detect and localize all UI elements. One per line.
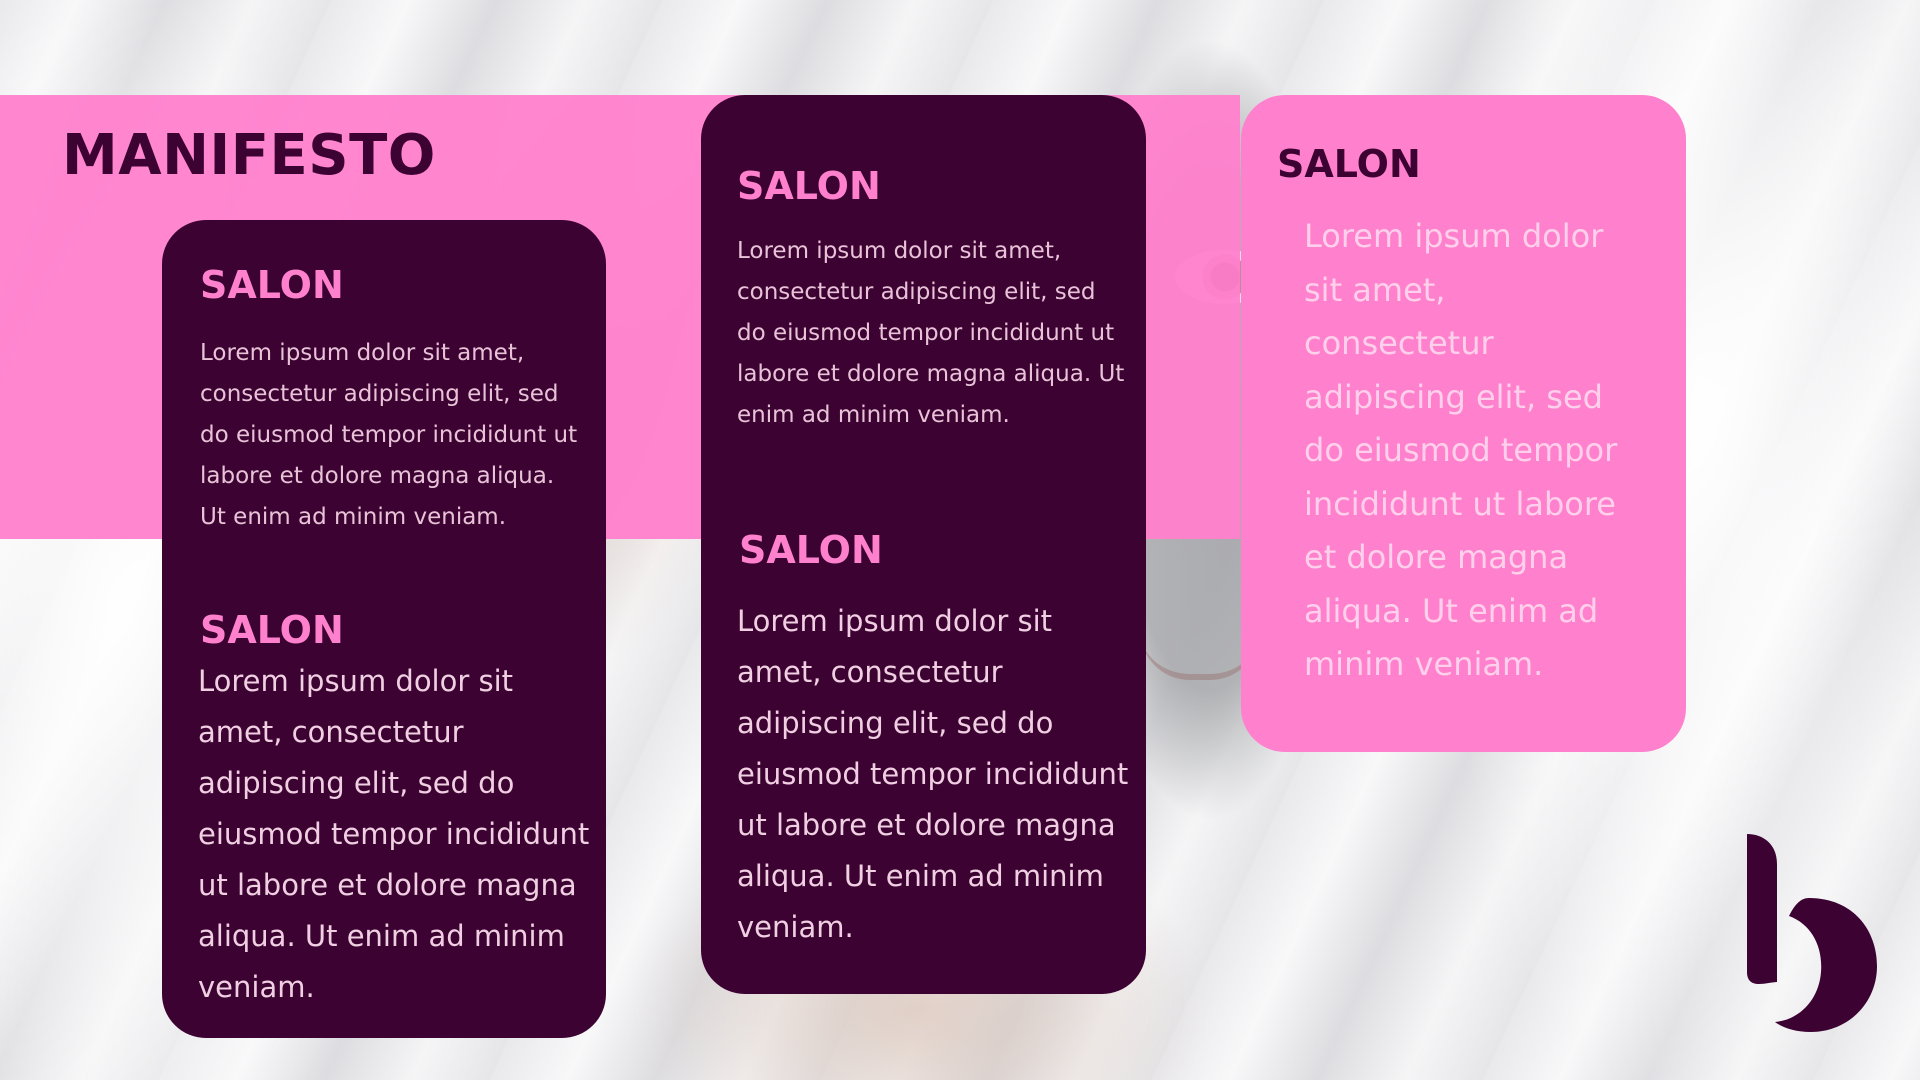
salon-card-right: SALON Lorem ipsum dolor sit amet, consec… [1241, 95, 1686, 752]
card-text: Lorem ipsum dolor sit amet, consectetur … [1304, 217, 1618, 683]
salon-card-middle: SALON Lorem ipsum dolor sit amet, consec… [701, 95, 1146, 994]
b-letter-logo-icon [1745, 834, 1880, 1032]
card-heading: SALON [739, 528, 883, 572]
card-heading: SALON [1277, 142, 1421, 186]
card-text: Lorem ipsum dolor sit amet, consectetur … [200, 340, 578, 530]
card-text: Lorem ipsum dolor sit amet, consectetur … [737, 604, 1129, 944]
slide: MANIFESTO SALON Lorem ipsum dolor sit am… [0, 0, 1920, 1080]
card-text: Lorem ipsum dolor sit amet, consectetur … [737, 238, 1125, 428]
page-title: MANIFESTO [62, 123, 436, 188]
card-text: Lorem ipsum dolor sit amet, consectetur … [198, 664, 590, 1004]
salon-card-left: SALON Lorem ipsum dolor sit amet, consec… [162, 220, 606, 1038]
card-heading: SALON [200, 263, 344, 307]
card-heading: SALON [737, 164, 881, 208]
card-heading: SALON [200, 608, 344, 652]
